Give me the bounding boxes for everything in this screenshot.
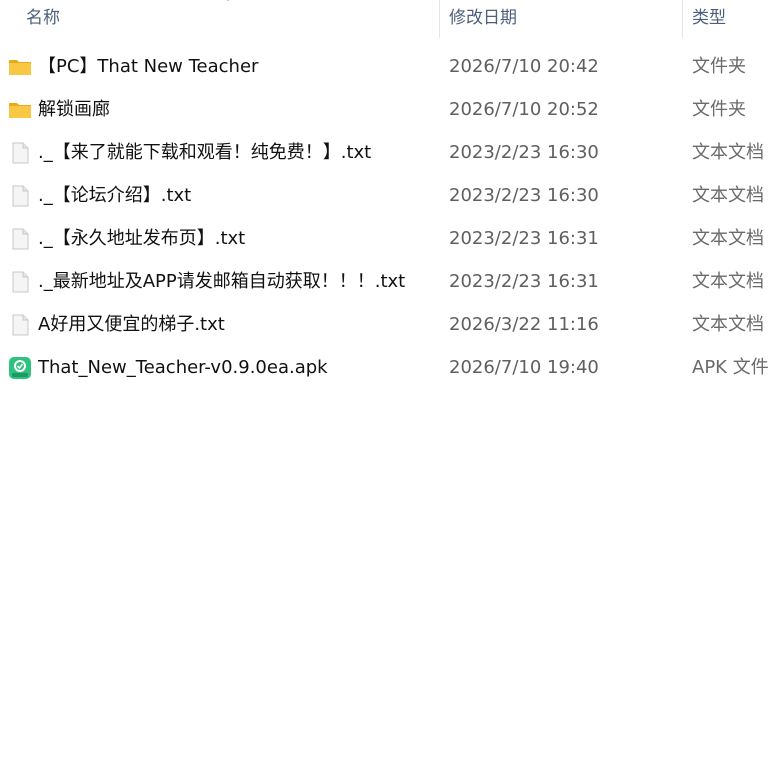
file-name: 解锁画廊: [38, 99, 110, 120]
file-type: 文本文档: [692, 142, 764, 163]
file-row[interactable]: ._【论坛介绍】.txt 2023/2/23 16:30 文本文档: [0, 174, 771, 217]
file-row[interactable]: ._【来了就能下载和观看！纯免费！】.txt 2023/2/23 16:30 文…: [0, 131, 771, 174]
text-file-icon: [12, 314, 29, 336]
file-row[interactable]: That_New_Teacher-v0.9.0ea.apk 2026/7/10 …: [0, 346, 771, 389]
file-type: 文本文档: [692, 228, 764, 249]
file-date-modified: 2026/3/22 11:16: [449, 314, 599, 335]
file-date-modified: 2023/2/23 16:30: [449, 185, 599, 206]
apk-file-icon: [9, 357, 31, 379]
column-header-bar: 名称 修改日期 类型: [0, 0, 771, 38]
text-file-icon: [12, 228, 29, 250]
file-date-modified: 2023/2/23 16:31: [449, 228, 599, 249]
file-row[interactable]: ._【永久地址发布页】.txt 2023/2/23 16:31 文本文档: [0, 217, 771, 260]
file-date-modified: 2023/2/23 16:30: [449, 142, 599, 163]
file-row[interactable]: ._最新地址及APP请发邮箱自动获取！！！.txt 2023/2/23 16:3…: [0, 260, 771, 303]
file-type: 文本文档: [692, 314, 764, 335]
file-date-modified: 2026/7/10 19:40: [449, 357, 599, 378]
file-name: 【PC】That New Teacher: [38, 56, 259, 77]
file-name: ._【论坛介绍】.txt: [38, 185, 192, 206]
file-name: ._最新地址及APP请发邮箱自动获取！！！.txt: [38, 271, 406, 292]
column-header-name[interactable]: 名称: [17, 0, 439, 38]
file-type: 文本文档: [692, 185, 764, 206]
file-name: ._【永久地址发布页】.txt: [38, 228, 246, 249]
column-header-type[interactable]: 类型: [683, 0, 771, 38]
file-type: 文件夹: [692, 56, 746, 77]
text-file-icon: [12, 185, 29, 207]
file-type: 文件夹: [692, 99, 746, 120]
file-date-modified: 2026/7/10 20:52: [449, 99, 599, 120]
file-type: 文本文档: [692, 271, 764, 292]
file-date-modified: 2026/7/10 20:42: [449, 56, 599, 77]
folder-icon: [9, 60, 31, 75]
file-row[interactable]: A好用又便宜的梯子.txt 2026/3/22 11:16 文本文档: [0, 303, 771, 346]
file-name: That_New_Teacher-v0.9.0ea.apk: [38, 357, 328, 378]
text-file-icon: [12, 271, 29, 293]
folder-icon: [9, 103, 31, 118]
file-date-modified: 2023/2/23 16:31: [449, 271, 599, 292]
text-file-icon: [12, 142, 29, 164]
file-name: ._【来了就能下载和观看！纯免费！】.txt: [38, 142, 372, 163]
sort-ascending-icon: [227, 0, 229, 1]
file-name: A好用又便宜的梯子.txt: [38, 314, 225, 335]
column-header-date-modified[interactable]: 修改日期: [440, 0, 682, 38]
file-type: APK 文件: [692, 357, 769, 378]
file-list: 【PC】That New Teacher 2026/7/10 20:42 文件夹…: [0, 45, 771, 389]
file-row[interactable]: 【PC】That New Teacher 2026/7/10 20:42 文件夹: [0, 45, 771, 88]
file-row[interactable]: 解锁画廊 2026/7/10 20:52 文件夹: [0, 88, 771, 131]
